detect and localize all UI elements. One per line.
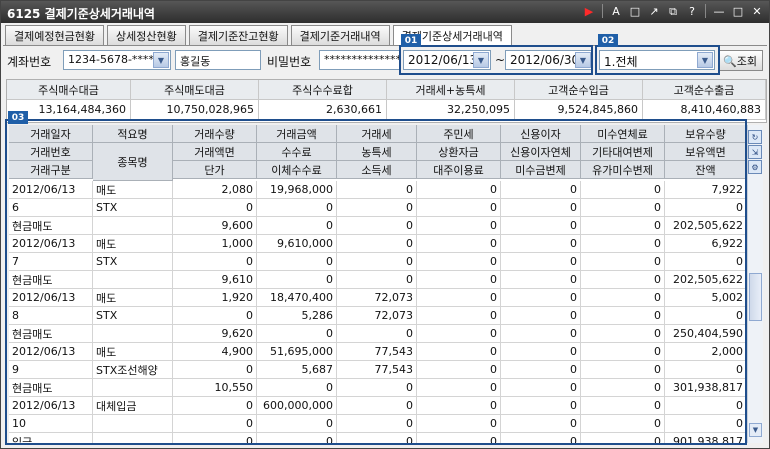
window-title: 6125 결제기준상세거래내역: [7, 7, 155, 21]
tab-balance[interactable]: 결제기준잔고현황: [188, 25, 288, 45]
account-label: 계좌번호: [7, 55, 52, 69]
tab-transactions[interactable]: 결제기준거래내역: [290, 25, 390, 45]
chevron-down-icon[interactable]: ▼: [153, 52, 169, 68]
tab-settlement-detail[interactable]: 상세정산현황: [106, 25, 186, 45]
scroll-down-icon[interactable]: ▼: [749, 423, 762, 437]
summary-header-row: 주식매수대금 주식매도대금 주식수수료합 거래세+농특세 고객순수입금 고객순수…: [7, 80, 766, 100]
search-label: 조회: [736, 55, 757, 68]
summary-value-row: 13,164,484,360 10,750,028,965 2,630,661 …: [7, 100, 766, 120]
summary-header: 주식매수대금: [7, 80, 131, 100]
refresh-icon[interactable]: ↻: [748, 130, 762, 144]
summary-value: 32,250,095: [387, 100, 515, 120]
callout-badge-01: 01: [401, 34, 421, 47]
popout-icon[interactable]: ↗: [646, 4, 662, 19]
separator: [602, 4, 603, 18]
callout-badge-02: 02: [598, 34, 618, 47]
window-controls: ▶ A □ ↗ ⧉ ? — □ ✕: [581, 4, 765, 19]
grid-side-tools: ↻ ⇲ ⚙: [747, 129, 763, 175]
summary-header: 거래세+농특세: [387, 80, 515, 100]
callout-box-02: [595, 45, 720, 75]
font-size-icon[interactable]: A: [608, 4, 624, 19]
separator: [705, 4, 706, 18]
restore-icon[interactable]: ⧉: [665, 4, 681, 19]
account-value: 1234-5678-****: [68, 53, 154, 66]
summary-value: 10,750,028,965: [131, 100, 259, 120]
summary-header: 주식매도대금: [131, 80, 259, 100]
title-bar: 6125 결제기준상세거래내역 ▶ A □ ↗ ⧉ ? — □ ✕: [1, 1, 769, 23]
tab-expected-cash[interactable]: 결제예정현금현황: [5, 25, 104, 45]
tab-bar: 결제예정현금현황 상세정산현황 결제기준잔고현황 결제기준거래내역 결제기준상세…: [5, 25, 512, 46]
play-icon[interactable]: ▶: [581, 4, 597, 19]
callout-box-03: [5, 119, 747, 445]
summary-header: 고객순수출금: [643, 80, 766, 100]
link-icon[interactable]: □: [627, 4, 643, 19]
summary-header: 주식수수료합: [259, 80, 387, 100]
help-icon[interactable]: ?: [684, 4, 700, 19]
maximize-icon[interactable]: □: [730, 4, 746, 19]
summary-value: 9,524,845,860: [515, 100, 643, 120]
scroll-thumb[interactable]: [749, 273, 762, 321]
main-window: 6125 결제기준상세거래내역 ▶ A □ ↗ ⧉ ? — □ ✕ 결제예정현금…: [0, 0, 770, 449]
callout-box-01: [399, 45, 593, 75]
callout-badge-03: 03: [8, 111, 28, 124]
search-icon: 🔍: [723, 55, 737, 68]
summary-value: 8,410,460,883: [643, 100, 766, 120]
summary-value: 2,630,661: [259, 100, 387, 120]
holder-name-field: 홍길동: [175, 50, 261, 70]
close-icon[interactable]: ✕: [749, 4, 765, 19]
password-field[interactable]: ****************: [319, 50, 401, 70]
minimize-icon[interactable]: —: [711, 4, 727, 19]
summary-header: 고객순수입금: [515, 80, 643, 100]
export-icon[interactable]: ⇲: [748, 145, 762, 159]
account-select[interactable]: 1234-5678-**** ▼: [63, 50, 171, 70]
password-label: 비밀번호: [267, 55, 312, 69]
search-button[interactable]: 🔍조회: [719, 50, 763, 71]
summary-table: 주식매수대금 주식매도대금 주식수수료합 거래세+농특세 고객순수입금 고객순수…: [6, 79, 767, 123]
settings-icon[interactable]: ⚙: [748, 160, 762, 174]
